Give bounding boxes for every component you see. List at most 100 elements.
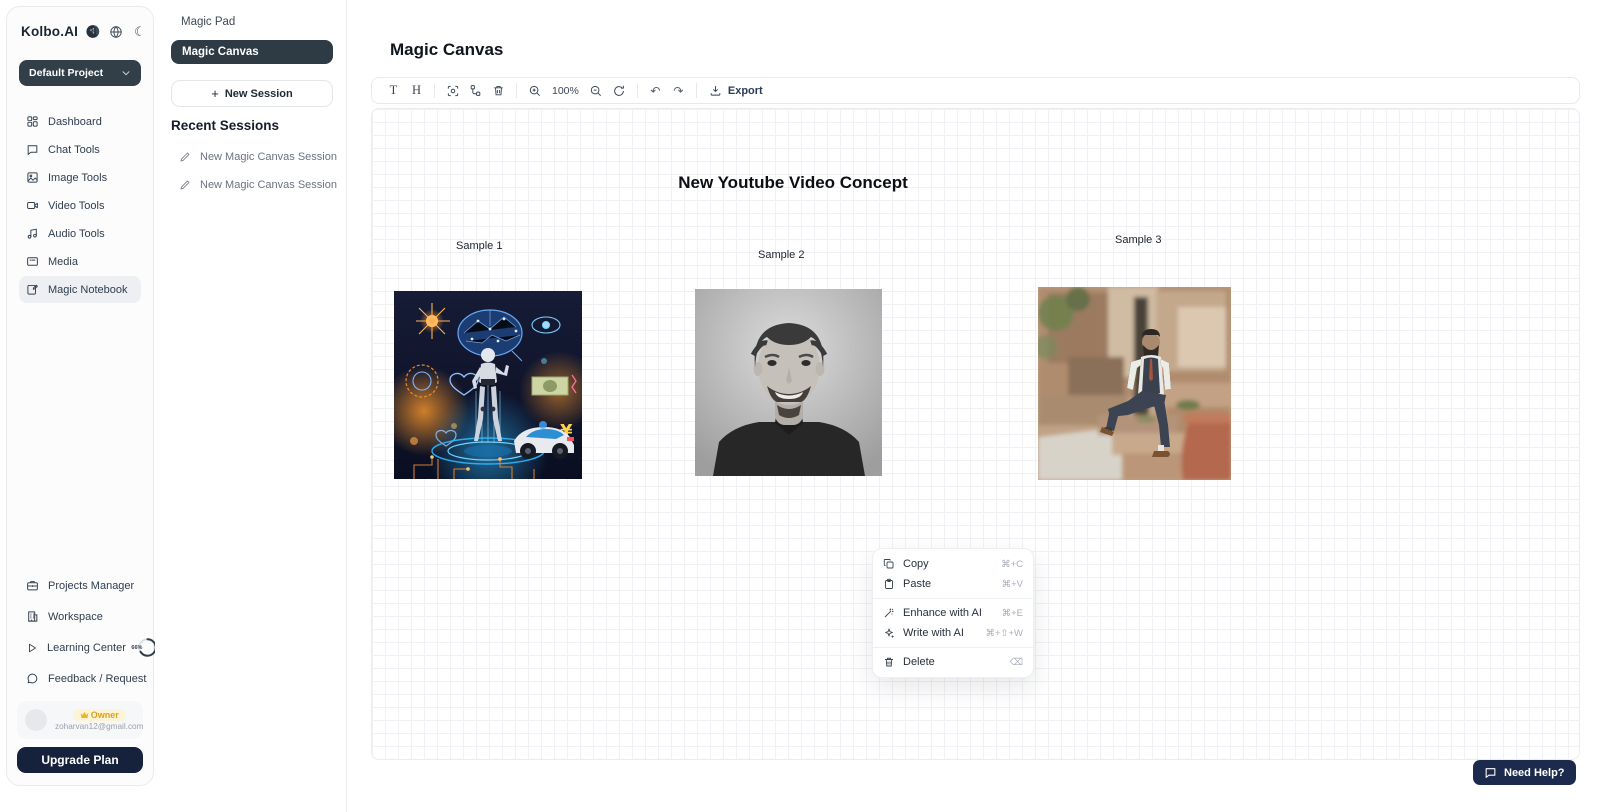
- zoom-in-button[interactable]: [523, 79, 546, 102]
- notebook-icon: [26, 283, 39, 296]
- brain-logo-icon: [85, 23, 102, 40]
- zoom-out-icon: [589, 84, 603, 98]
- sample-3-label[interactable]: Sample 3: [1115, 234, 1161, 246]
- sample-2-image[interactable]: [695, 289, 882, 476]
- select-tool-button[interactable]: [441, 79, 464, 102]
- menu-shortcut: ⌫: [1010, 657, 1023, 668]
- language-globe-icon[interactable]: [109, 25, 123, 39]
- nav-label: Audio Tools: [48, 228, 105, 240]
- plus-icon: +: [211, 86, 219, 101]
- menu-label: Enhance with AI: [903, 607, 982, 619]
- need-help-button[interactable]: Need Help?: [1473, 760, 1576, 785]
- menu-shortcut: ⌘+C: [1001, 559, 1023, 570]
- redo-button[interactable]: ↷: [667, 79, 690, 102]
- copy-icon: [883, 558, 895, 570]
- sidebar-item-media[interactable]: Media: [19, 248, 141, 275]
- nav-label: Chat Tools: [48, 144, 100, 156]
- menu-shortcut: ⌘+⇧+W: [985, 628, 1023, 639]
- menu-label: Write with AI: [903, 627, 964, 639]
- project-selector[interactable]: Default Project: [19, 60, 141, 86]
- app-logo: Kolbo.AI: [21, 24, 78, 39]
- undo-button[interactable]: ↶: [644, 79, 667, 102]
- owner-badge-label: Owner: [91, 710, 119, 720]
- page-title: Magic Canvas: [390, 40, 503, 60]
- sidebar-item-dashboard[interactable]: Dashboard: [19, 108, 141, 135]
- sidebar-item-feedback[interactable]: Feedback / Request: [19, 664, 141, 693]
- new-session-label: New Session: [225, 88, 293, 100]
- toolbar-divider: [434, 83, 435, 98]
- need-help-label: Need Help?: [1504, 767, 1565, 779]
- upgrade-plan-button[interactable]: Upgrade Plan: [17, 747, 143, 773]
- session-label: New Magic Canvas Session: [200, 179, 337, 191]
- download-icon: [709, 84, 722, 97]
- flow-nodes-icon: [469, 84, 482, 97]
- session-label: New Magic Canvas Session: [200, 151, 337, 163]
- trash-icon: [492, 84, 505, 97]
- context-menu-write-with-ai[interactable]: Write with AI ⌘+⇧+W: [873, 623, 1033, 643]
- play-icon: [26, 642, 38, 654]
- canvas-heading[interactable]: New Youtube Video Concept: [643, 173, 943, 193]
- nav-label: Magic Notebook: [48, 284, 128, 296]
- zoom-level: 100%: [552, 85, 579, 97]
- menu-shortcut: ⌘+E: [1002, 608, 1023, 619]
- sidebar-item-image-tools[interactable]: Image Tools: [19, 164, 141, 191]
- sidebar-nav: Dashboard Chat Tools Image Tools Video T…: [19, 108, 141, 303]
- nav-label: Feedback / Request: [48, 673, 146, 685]
- sidebar: Kolbo.AI ☾ Default Project Dashboard Cha…: [6, 6, 154, 786]
- briefcase-icon: [26, 579, 39, 592]
- nav-label: Video Tools: [48, 200, 104, 212]
- dark-mode-moon-icon[interactable]: ☾: [134, 24, 146, 40]
- sidebar-item-projects-manager[interactable]: Projects Manager: [19, 571, 141, 600]
- owner-badge: Owner: [73, 709, 126, 721]
- panel-item-magic-canvas[interactable]: Magic Canvas: [171, 40, 333, 64]
- clipboard-icon: [883, 578, 895, 590]
- sidebar-item-video-tools[interactable]: Video Tools: [19, 192, 141, 219]
- context-menu-enhance-with-ai[interactable]: Enhance with AI ⌘+E: [873, 603, 1033, 623]
- sidebar-item-learning-center[interactable]: Learning Center 66%: [19, 633, 141, 662]
- nav-label: Learning Center: [47, 642, 126, 654]
- new-session-button[interactable]: + New Session: [171, 80, 333, 107]
- rotate-icon: [612, 84, 626, 98]
- avatar: [25, 709, 47, 731]
- sidebar-item-magic-notebook[interactable]: Magic Notebook: [19, 276, 141, 303]
- sample-2-label[interactable]: Sample 2: [758, 249, 804, 261]
- nav-label: Projects Manager: [48, 580, 134, 592]
- delete-tool-button[interactable]: [487, 79, 510, 102]
- user-card[interactable]: Owner zoharvan12@gmail.com: [17, 701, 143, 739]
- sparkle-icon: [883, 627, 895, 639]
- logo-row: Kolbo.AI ☾: [19, 23, 141, 40]
- sidebar-item-workspace[interactable]: Workspace: [19, 602, 141, 631]
- menu-divider: [873, 598, 1033, 599]
- export-button[interactable]: Export: [709, 84, 763, 97]
- sidebar-item-audio-tools[interactable]: Audio Tools: [19, 220, 141, 247]
- context-menu-copy[interactable]: Copy ⌘+C: [873, 554, 1033, 574]
- zoom-in-icon: [528, 84, 542, 98]
- session-item[interactable]: New Magic Canvas Session: [179, 151, 337, 163]
- sample-1-label[interactable]: Sample 1: [456, 240, 502, 252]
- context-menu-delete[interactable]: Delete ⌫: [873, 652, 1033, 672]
- panel-item-magic-pad[interactable]: Magic Pad: [181, 16, 235, 28]
- chat-icon: [1484, 766, 1497, 779]
- sidebar-bottom-nav: Projects Manager Workspace Learning Cent…: [19, 571, 141, 693]
- music-note-icon: [26, 227, 39, 240]
- nav-label: Dashboard: [48, 116, 102, 128]
- reset-view-button[interactable]: [608, 79, 631, 102]
- session-item[interactable]: New Magic Canvas Session: [179, 179, 337, 191]
- connector-tool-button[interactable]: [464, 79, 487, 102]
- dashboard-icon: [26, 115, 39, 128]
- sidebar-item-chat-tools[interactable]: Chat Tools: [19, 136, 141, 163]
- heading-tool-button[interactable]: H: [405, 79, 428, 102]
- sample-1-image[interactable]: ¥: [394, 291, 582, 479]
- toolbar-divider: [637, 83, 638, 98]
- context-menu-paste[interactable]: Paste ⌘+V: [873, 574, 1033, 594]
- recent-sessions-title: Recent Sessions: [171, 118, 279, 133]
- building-icon: [26, 610, 39, 623]
- zoom-out-button[interactable]: [585, 79, 608, 102]
- text-tool-button[interactable]: T: [382, 79, 405, 102]
- trash-icon: [883, 656, 895, 668]
- toolbar-divider: [516, 83, 517, 98]
- chevron-down-icon: [121, 68, 131, 78]
- toolbar-divider: [696, 83, 697, 98]
- menu-shortcut: ⌘+V: [1002, 579, 1023, 590]
- sample-3-image[interactable]: [1038, 287, 1231, 480]
